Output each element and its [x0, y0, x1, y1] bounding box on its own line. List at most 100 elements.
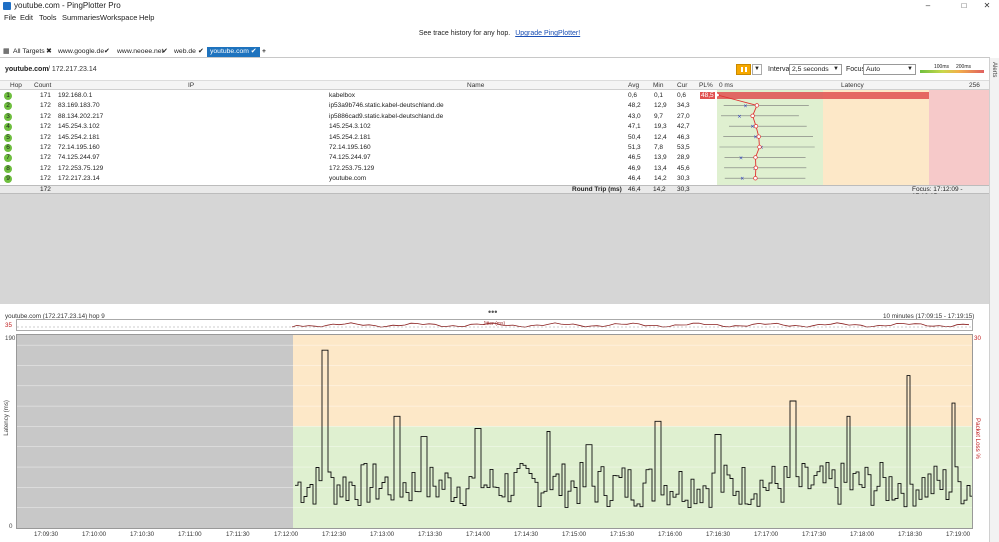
hop-avg: 48,2 [628, 102, 641, 110]
col-min[interactable]: Min [653, 82, 663, 89]
hop-name: kabelbox [329, 92, 356, 99]
avg-latency-point [717, 92, 720, 98]
time-tick: 17:10:00 [82, 531, 107, 538]
menu-file[interactable]: File [4, 13, 16, 22]
menu-tools[interactable]: Tools [39, 13, 57, 22]
hop-name: youtube.com [329, 175, 367, 183]
hop-current-marker: × [740, 176, 744, 182]
hop-cur: 34,3 [677, 102, 690, 110]
table-row[interactable]: 3 172 88.134.202.217 ip5886cad9.static.kabe… [0, 112, 716, 122]
target-toolbar: youtube.com / 172.217.23.14 ▼ Interval 2… [0, 62, 989, 78]
hop-latency-graph[interactable]: ×××××××× [717, 90, 989, 185]
close-icon[interactable]: ✕ [973, 0, 999, 12]
pl-axis-title: Packet Loss % [974, 418, 981, 459]
focus-value: Auto [866, 66, 880, 73]
hop-avg: 46,9 [628, 164, 641, 172]
hop-cur: 53,5 [677, 144, 690, 151]
table-row[interactable]: 8 172 172.253.75.129 172.253.75.129 46,9 13,4… [0, 164, 716, 174]
col-cur[interactable]: Cur [677, 82, 687, 89]
hop-table-header: Hop Count IP Name Avg Min Cur PL% 0 ms L… [0, 80, 989, 96]
check-icon: ✔ [162, 48, 168, 55]
banner-text: See trace history for any hop. [418, 30, 511, 37]
table-row[interactable]: 1 171 192.168.0.1 kabelbox 0,6 0,1 0,6 48,5 [0, 91, 716, 101]
add-tab-button[interactable]: + [262, 47, 266, 57]
hop-current-marker: × [739, 155, 743, 161]
col-latency[interactable]: Latency [841, 82, 864, 89]
avg-latency-point [753, 165, 758, 170]
upgrade-banner: See trace history for any hop. Upgrade P… [0, 30, 999, 42]
menu-workspace[interactable]: Workspace [100, 13, 137, 22]
time-axis: 17:09:30 17:10:00 17:10:30 17:11:00 17:11:30… [16, 529, 973, 542]
alerts-side-tab[interactable]: Alerts [989, 58, 999, 542]
table-row[interactable]: 7 172 74.125.244.97 74.125.244.97 46,5 13,9 28… [0, 153, 716, 163]
tab-neoee[interactable]: www.neoee.net [117, 47, 163, 57]
hop-avg: 46,4 [628, 175, 641, 183]
round-trip-summary: 172 Round Trip (ms) 46,4 14,2 30,3 Focus… [0, 185, 989, 200]
zone-warn [823, 90, 929, 185]
hop-count: 172 [40, 102, 51, 110]
y-axis-title: Latency (ms) [3, 400, 10, 436]
legend-gradient [920, 70, 984, 73]
col-hop[interactable]: Hop [10, 82, 22, 89]
hop-cur: 46,3 [677, 133, 690, 141]
hop-avg: 51,3 [628, 144, 641, 151]
zone-bad [929, 90, 989, 185]
col-pl[interactable]: PL% [699, 82, 713, 89]
pause-button[interactable] [736, 64, 751, 75]
menu-edit[interactable]: Edit [20, 13, 33, 22]
time-tick: 17:11:00 [178, 531, 202, 538]
col-name[interactable]: Name [467, 82, 484, 89]
zone-good [293, 426, 972, 528]
table-row[interactable]: 9 172 172.217.23.14 youtube.com 46,4 14,2 30,3 [0, 174, 716, 184]
hop-min: 9,7 [654, 112, 664, 120]
col-count[interactable]: Count [34, 82, 51, 89]
avg-latency-point [757, 144, 762, 150]
table-row[interactable]: 2 172 83.169.183.70 ip53a9b746.static.kabel… [0, 101, 716, 111]
upgrade-link[interactable]: Upgrade PingPlotter! [515, 30, 580, 37]
focus-select[interactable]: Auto ▼ [863, 64, 916, 75]
hop-name: 74.125.244.97 [329, 154, 371, 162]
hop-badge: 7 [4, 154, 12, 163]
close-all-icon[interactable]: ✖ [46, 47, 52, 57]
interval-select[interactable]: 2,5 seconds ▼ [789, 64, 842, 75]
tab-all-targets[interactable]: All Targets [13, 47, 45, 57]
interval-value: 2,5 seconds [792, 66, 829, 73]
jitter-graph: Jitter (ms) [16, 319, 973, 331]
minimize-icon[interactable]: – [914, 0, 942, 12]
tab-youtube[interactable]: youtube.com ✔ [207, 47, 260, 57]
alerts-label: Alerts [991, 62, 997, 78]
hop-avg: 47,1 [628, 123, 641, 131]
latency-timeline-chart[interactable] [16, 334, 973, 529]
tab-google[interactable]: www.google.de [58, 47, 104, 57]
pause-dropdown-button[interactable]: ▼ [752, 64, 762, 75]
col-avg[interactable]: Avg [628, 82, 639, 89]
hop-name: 145.254.3.102 [329, 123, 371, 131]
menu-summaries[interactable]: Summaries [62, 13, 100, 22]
tab-webde[interactable]: web.de [174, 47, 196, 57]
hop-badge: 4 [4, 123, 12, 132]
hop-min: 14,2 [654, 175, 667, 183]
hop-min: 19,3 [654, 123, 667, 131]
table-row[interactable]: 6 172 72.14.195.160 72.14.195.160 51,3 7,8 53,… [0, 143, 716, 153]
jitter-line [291, 322, 970, 328]
time-tick: 17:18:30 [898, 531, 923, 538]
hop-ip: 145.254.2.181 [58, 133, 100, 141]
avg-latency-point [753, 176, 758, 181]
target-tabbar: ▦ All Targets ✖ www.google.de ✔ www.neoe… [0, 47, 990, 58]
table-row[interactable]: 5 172 145.254.2.181 145.254.2.181 50,4 12,4 46… [0, 133, 716, 143]
col-ip[interactable]: IP [188, 82, 194, 89]
zone-warn [293, 335, 972, 427]
time-tick: 17:15:30 [610, 531, 635, 538]
hop-avg: 46,5 [628, 154, 641, 162]
hop-name: 72.14.195.160 [329, 144, 371, 151]
hop-ip: 172.253.75.129 [58, 164, 104, 172]
col-lat-min: 0 ms [719, 82, 734, 89]
menu-help[interactable]: Help [139, 13, 154, 22]
time-tick: 17:17:00 [754, 531, 779, 538]
latency-timeline-svg [17, 335, 972, 528]
table-row[interactable]: 4 172 145.254.3.102 145.254.3.102 47,1 19,3 42… [0, 122, 716, 132]
hop1-packet-loss-bar [717, 92, 929, 99]
time-tick: 17:16:30 [706, 531, 731, 538]
hop-count: 171 [40, 92, 51, 99]
grid-icon: ▦ [3, 48, 10, 55]
